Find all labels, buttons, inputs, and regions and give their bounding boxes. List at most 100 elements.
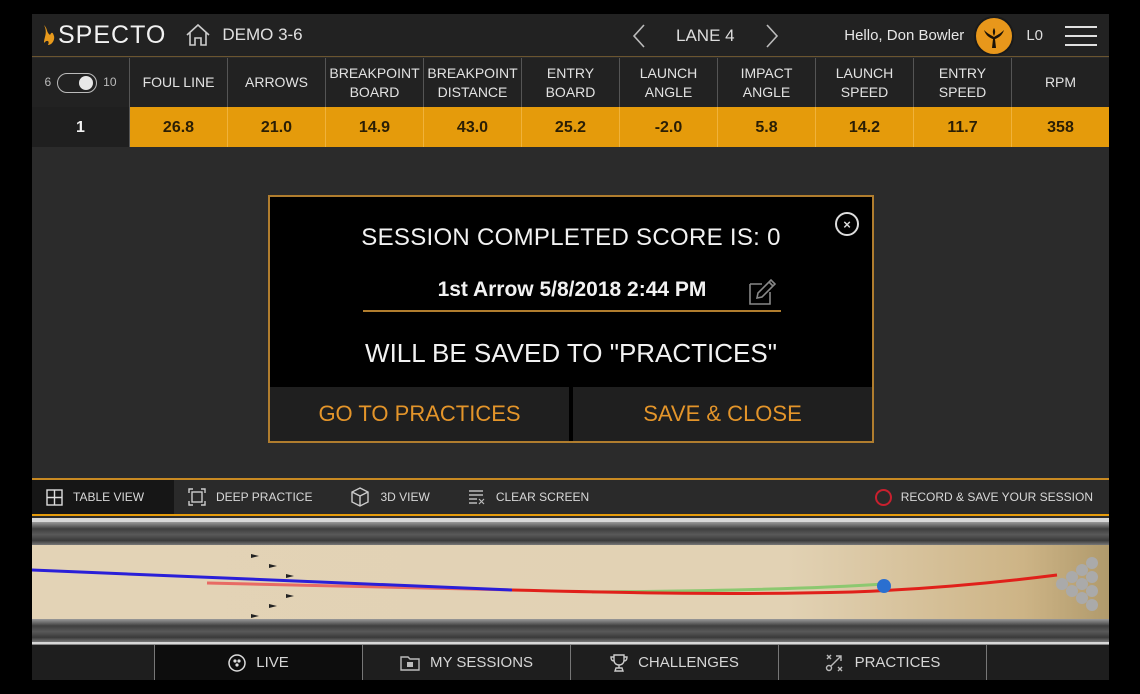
home-icon[interactable]: [184, 21, 212, 49]
top-bar: SPECTO DEMO 3-6 LANE 4 Hello, Don Bowler…: [32, 14, 1109, 57]
view-label: TABLE VIEW: [73, 490, 145, 504]
folder-icon: [400, 655, 420, 671]
pin-icon: [1066, 585, 1078, 597]
shot-number: 1: [32, 107, 130, 147]
arrow-marker: [251, 614, 259, 618]
nav-label: LIVE: [256, 654, 289, 671]
table-header-row: 6 10 FOUL LINE ARROWS BREAKPOINT BOARD B…: [32, 58, 1109, 107]
table-cell: 5.8: [718, 107, 816, 147]
board-count-toggle[interactable]: [57, 72, 98, 93]
dialog-actions: GO TO PRACTICES SAVE & CLOSE: [270, 387, 872, 441]
pin-icon: [1086, 599, 1098, 611]
nav-live[interactable]: LIVE: [155, 645, 363, 680]
pin-icon: [1056, 578, 1068, 590]
toggle-right-label: 10: [103, 75, 117, 89]
deep-practice-button[interactable]: DEEP PRACTICE: [174, 480, 326, 514]
specto-app: SPECTO DEMO 3-6 LANE 4 Hello, Don Bowler…: [32, 14, 1109, 680]
avatar[interactable]: [974, 15, 1015, 56]
pin-icon: [1076, 564, 1088, 576]
pin-icon: [1066, 571, 1078, 583]
arrow-marker: [286, 594, 294, 598]
session-name: DEMO 3-6: [222, 25, 303, 44]
board-toggle-cell: 6 10: [32, 58, 130, 107]
nav-label: MY SESSIONS: [429, 654, 534, 671]
nav-my-sessions[interactable]: MY SESSIONS: [363, 645, 571, 680]
record-session-button[interactable]: RECORD & SAVE YOUR SESSION: [874, 488, 1093, 506]
dialog-message: WILL BE SAVED TO "PRACTICES": [365, 338, 777, 368]
table-cell: 14.2: [816, 107, 914, 147]
user-area: Hello, Don Bowler L0: [844, 14, 1109, 57]
table-row[interactable]: 1 26.8 21.0 14.9 43.0 25.2 -2.0 5.8 14.2…: [32, 107, 1109, 147]
table-cell: 358: [1012, 107, 1109, 147]
edit-pencil-icon[interactable]: [747, 278, 777, 306]
session-name-field[interactable]: 1st Arrow 5/8/2018 2:44 PM: [363, 270, 781, 312]
lane-view: [32, 518, 1109, 644]
lane-surface: [32, 545, 1109, 619]
user-greeting: Hello, Don Bowler: [844, 27, 965, 44]
bowling-ball-icon: [228, 653, 246, 672]
column-header[interactable]: RPM: [1012, 58, 1109, 107]
brand-name: SPECTO: [58, 20, 167, 49]
toggle-left-label: 6: [44, 75, 52, 89]
clear-list-icon: [468, 490, 485, 505]
go-to-practices-button[interactable]: GO TO PRACTICES: [270, 387, 569, 441]
column-header[interactable]: LAUNCH SPEED: [816, 58, 914, 107]
table-view-button[interactable]: TABLE VIEW: [32, 480, 174, 514]
shot-stats-table: 6 10 FOUL LINE ARROWS BREAKPOINT BOARD B…: [32, 58, 1109, 147]
view-toolbar: TABLE VIEW DEEP PRACTICE 3D VIEW CLEAR S…: [32, 478, 1109, 516]
3d-view-button[interactable]: 3D VIEW: [336, 480, 443, 514]
view-label: DEEP PRACTICE: [216, 490, 313, 504]
column-header[interactable]: IMPACT ANGLE: [718, 58, 816, 107]
clear-screen-button[interactable]: CLEAR SCREEN: [454, 480, 603, 514]
arrow-marker: [251, 554, 259, 558]
pin-icon: [1076, 592, 1088, 604]
pin-icon: [1076, 578, 1088, 590]
record-icon: [874, 488, 892, 506]
bottom-navigation: LIVE MY SESSIONS CHALLENGES PRACTICES: [32, 644, 1109, 680]
chevron-left-icon[interactable]: [628, 22, 650, 50]
column-header[interactable]: BREAKPOINT DISTANCE: [424, 58, 522, 107]
nav-label: CHALLENGES: [638, 654, 739, 671]
trophy-icon: [610, 653, 628, 672]
session-complete-dialog: × SESSION COMPLETED SCORE IS: 0 1st Arro…: [268, 195, 874, 443]
pin-deck: [1056, 557, 1098, 611]
nav-spacer: [32, 645, 155, 680]
gutter-bottom: [32, 619, 1109, 642]
ball-path-canvas: [32, 554, 1098, 618]
view-label: CLEAR SCREEN: [495, 490, 590, 504]
pin-icon: [1086, 557, 1098, 569]
column-header[interactable]: ENTRY BOARD: [522, 58, 620, 107]
brand-logo: SPECTO: [42, 14, 166, 57]
table-cell: 11.7: [914, 107, 1012, 147]
arrow-marker: [269, 564, 277, 568]
column-header[interactable]: LAUNCH ANGLE: [620, 58, 718, 107]
hamburger-menu-icon[interactable]: [1065, 23, 1097, 49]
column-header[interactable]: BREAKPOINT BOARD: [326, 58, 424, 107]
column-header[interactable]: FOUL LINE: [130, 58, 228, 107]
nav-practices[interactable]: PRACTICES: [779, 645, 987, 680]
strategy-icon: [825, 654, 843, 671]
nav-challenges[interactable]: CHALLENGES: [571, 645, 779, 680]
save-and-close-button[interactable]: SAVE & CLOSE: [569, 387, 872, 441]
phoenix-avatar-icon: [984, 27, 1005, 48]
table-cell: 14.9: [326, 107, 424, 147]
table-cell: 43.0: [424, 107, 522, 147]
column-header[interactable]: ENTRY SPEED: [914, 58, 1012, 107]
nav-label: PRACTICES: [854, 654, 941, 671]
dialog-title: SESSION COMPLETED SCORE IS: 0: [361, 224, 781, 251]
actual-path-blue: [32, 568, 513, 592]
column-header[interactable]: ARROWS: [228, 58, 326, 107]
lane-navigator: LANE 4: [628, 14, 783, 57]
pin-icon: [1086, 571, 1098, 583]
table-cell: 21.0: [228, 107, 326, 147]
grid-icon: [46, 488, 63, 506]
table-cell: 26.8: [130, 107, 228, 147]
gutter-top: [32, 522, 1109, 545]
flame-logo-icon: [44, 25, 55, 45]
lane-label: LANE 4: [676, 25, 735, 45]
actual-path-red: [511, 573, 1058, 595]
record-label: RECORD & SAVE YOUR SESSION: [900, 490, 1093, 504]
bowling-ball-icon: [877, 579, 891, 593]
arrow-marker: [269, 604, 277, 608]
chevron-right-icon[interactable]: [761, 22, 783, 50]
